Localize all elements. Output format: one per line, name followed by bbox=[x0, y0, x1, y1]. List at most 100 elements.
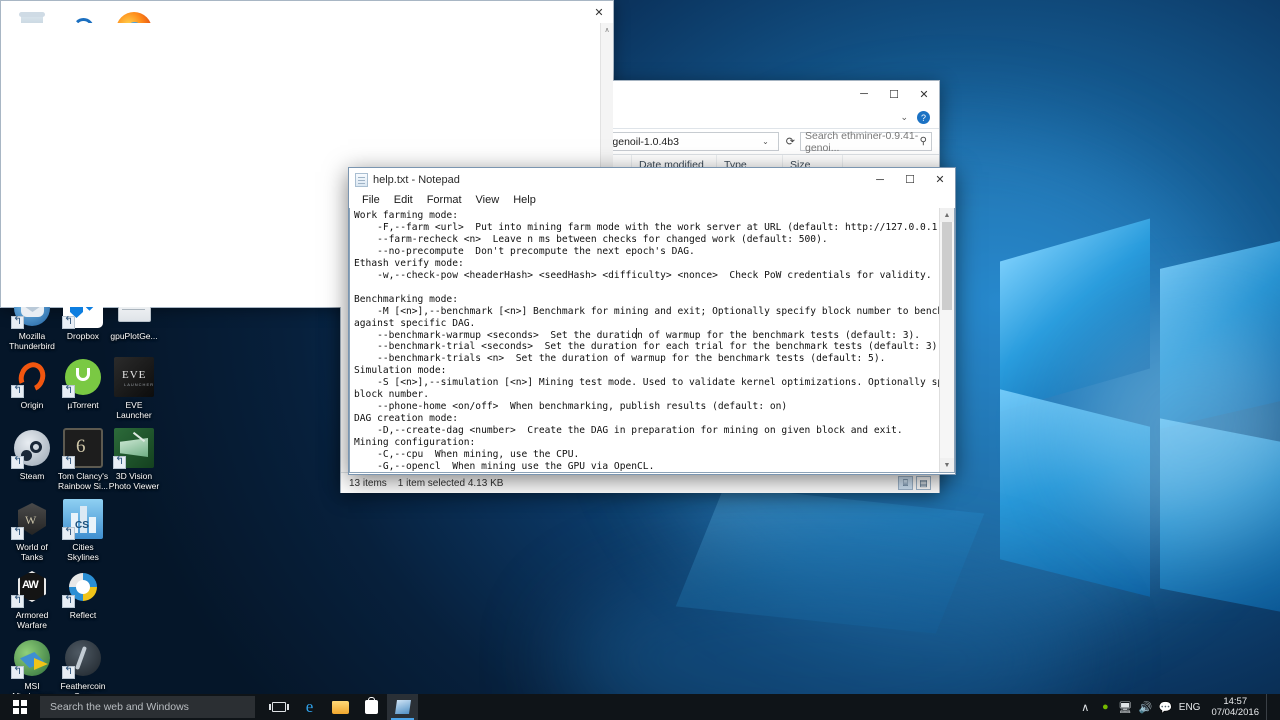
system-tray: ∧ ● 🖥 🔊 💬 ENG 14:57 07/04/2016 bbox=[1079, 694, 1280, 720]
desktop-icon-world-of-tanks[interactable]: W World of Tanks bbox=[5, 499, 59, 562]
notepad-scroll-thumb[interactable] bbox=[942, 222, 952, 310]
desktop-icon-armored-warfare[interactable]: AW Armored Warfare bbox=[5, 567, 59, 630]
3d-vision-icon bbox=[113, 428, 154, 469]
desktop-icon-label: EVE Launcher bbox=[116, 400, 152, 420]
explorer-minimize-button[interactable]: ─ bbox=[849, 81, 879, 107]
menu-view[interactable]: View bbox=[469, 194, 507, 206]
notepad-taskbar-icon bbox=[394, 700, 411, 714]
taskbar-buttons: e bbox=[263, 694, 418, 720]
ribbon-expand-icon[interactable]: ⌄ bbox=[900, 112, 908, 123]
show-desktop-button[interactable] bbox=[1266, 694, 1272, 720]
desktop-icon-reflect[interactable]: Reflect bbox=[56, 567, 110, 620]
taskbar-search-placeholder: Search the web and Windows bbox=[50, 701, 189, 713]
macrium-reflect-icon bbox=[62, 567, 103, 608]
notepad-scrollbar[interactable]: ▲ ▼ bbox=[939, 208, 954, 472]
shortcut-arrow-icon bbox=[113, 456, 126, 469]
shortcut-arrow-icon bbox=[62, 666, 75, 679]
refresh-icon[interactable]: ⟳ bbox=[784, 135, 795, 148]
store-button[interactable] bbox=[356, 694, 387, 720]
notepad-titlebar[interactable]: help.txt - Notepad ─ ☐ ✕ bbox=[349, 168, 955, 191]
desktop-icon-label: µTorrent bbox=[67, 400, 99, 410]
task-view-icon bbox=[268, 702, 289, 712]
explorer-search-input[interactable]: Search ethminer-0.9.41-genoi... ⚲ bbox=[800, 129, 932, 154]
desktop-icon-utorrent[interactable]: µTorrent bbox=[56, 357, 110, 410]
desktop-icon-label: Reflect bbox=[69, 610, 97, 620]
tray-overflow-icon[interactable]: ∧ bbox=[1079, 701, 1092, 714]
tray-time: 14:57 bbox=[1223, 696, 1248, 707]
shortcut-arrow-icon bbox=[11, 666, 24, 679]
file-explorer-icon bbox=[332, 700, 349, 714]
large-icons-view-button[interactable]: ▤ bbox=[916, 476, 931, 490]
shortcut-arrow-icon bbox=[11, 316, 24, 329]
desktop-icon-label: World of Tanks bbox=[16, 542, 48, 562]
menu-edit[interactable]: Edit bbox=[387, 194, 420, 206]
desktop-icon-cities-skylines[interactable]: CS Cities Skylines bbox=[56, 499, 110, 562]
notepad-text-area[interactable]: Work farming mode: -F,--farm <url> Put i… bbox=[349, 208, 955, 473]
explorer-maximize-button[interactable]: ☐ bbox=[879, 81, 909, 107]
taskbar-search-input[interactable]: Search the web and Windows bbox=[40, 696, 255, 718]
edge-icon: e bbox=[305, 697, 314, 716]
notepad-close-button[interactable]: ✕ bbox=[925, 168, 955, 191]
nvidia-icon[interactable]: ● bbox=[1099, 701, 1112, 714]
desktop-icon-3d-vision-photo-viewer[interactable]: 3D Vision Photo Viewer bbox=[107, 428, 161, 491]
shortcut-arrow-icon bbox=[62, 595, 75, 608]
explorer-search-placeholder: Search ethminer-0.9.41-genoi... bbox=[805, 129, 919, 154]
desktop-icon-steam[interactable]: Steam bbox=[5, 428, 59, 481]
taskbar: Search the web and Windows e ∧ ● 🖥 🔊 💬 E… bbox=[0, 694, 1280, 720]
notepad-window[interactable]: help.txt - Notepad ─ ☐ ✕ File Edit Forma… bbox=[348, 167, 956, 475]
desktop-icon-label: Steam bbox=[19, 471, 45, 481]
notepad-scroll-up-button[interactable]: ▲ bbox=[940, 208, 954, 222]
desktop-icon-origin[interactable]: Origin bbox=[5, 357, 59, 410]
store-icon bbox=[365, 697, 378, 714]
start-button[interactable] bbox=[0, 694, 40, 720]
details-view-button[interactable]: ⌸ bbox=[898, 476, 913, 490]
desktop-icon-label: Dropbox bbox=[66, 331, 100, 341]
windows-logo-icon bbox=[13, 700, 27, 714]
cities-skylines-icon: CS bbox=[62, 499, 103, 540]
explorer-status-bar: 13 items 1 item selected 4.13 KB ⌸ ▤ bbox=[341, 472, 939, 493]
notepad-menubar: File Edit Format View Help bbox=[349, 191, 955, 208]
desktop-icon-msi-afterburner[interactable]: MSI Afterburner bbox=[5, 638, 59, 701]
notepad-minimize-button[interactable]: ─ bbox=[865, 168, 895, 191]
help-icon[interactable]: ? bbox=[917, 111, 930, 124]
shortcut-arrow-icon bbox=[11, 595, 24, 608]
notepad-taskbar-button[interactable] bbox=[387, 694, 418, 720]
shortcut-arrow-icon bbox=[62, 385, 75, 398]
status-selection: 1 item selected 4.13 KB bbox=[397, 477, 504, 489]
notepad-app-icon bbox=[355, 172, 368, 187]
msi-afterburner-icon bbox=[11, 638, 52, 679]
tray-date: 07/04/2016 bbox=[1211, 707, 1259, 718]
desktop-icon-label: Origin bbox=[20, 400, 44, 410]
task-view-button[interactable] bbox=[263, 694, 294, 720]
shortcut-arrow-icon bbox=[11, 385, 24, 398]
notepad-scroll-down-button[interactable]: ▼ bbox=[940, 458, 954, 472]
world-of-tanks-icon: W bbox=[11, 499, 52, 540]
tray-language[interactable]: ENG bbox=[1179, 702, 1201, 713]
desktop-icon-label: Mozilla Thunderbird bbox=[9, 331, 55, 351]
rainbow-six-icon: 6 bbox=[62, 428, 103, 469]
network-icon[interactable]: 🖥 bbox=[1118, 701, 1132, 714]
desktop-icon-label: Tom Clancy's Rainbow Si... bbox=[57, 471, 109, 491]
tray-clock[interactable]: 14:57 07/04/2016 bbox=[1207, 696, 1259, 718]
edge-button[interactable]: e bbox=[294, 694, 325, 720]
desktop-icon-feathercoin-core[interactable]: Feathercoin Core bbox=[56, 638, 110, 701]
scroll-up-icon[interactable]: ∧ bbox=[601, 23, 613, 36]
action-center-icon[interactable]: 💬 bbox=[1158, 701, 1172, 714]
desktop-icon-rainbow-six[interactable]: 6 Tom Clancy's Rainbow Si... bbox=[56, 428, 110, 491]
volume-icon[interactable]: 🔊 bbox=[1138, 701, 1152, 714]
explorer-close-button[interactable]: ✕ bbox=[909, 81, 939, 107]
menu-help[interactable]: Help bbox=[506, 194, 543, 206]
desktop-icon-label: Armored Warfare bbox=[15, 610, 49, 630]
address-dropdown-caret[interactable]: ⌄ bbox=[757, 137, 774, 146]
notepad-maximize-button[interactable]: ☐ bbox=[895, 168, 925, 191]
menu-file[interactable]: File bbox=[355, 194, 387, 206]
desktop-icon-eve-launcher[interactable]: EVE LAUNCHER EVE Launcher bbox=[107, 357, 161, 420]
shortcut-arrow-icon bbox=[11, 527, 24, 540]
shortcut-arrow-icon bbox=[62, 316, 75, 329]
notepad-title-text: help.txt - Notepad bbox=[373, 173, 460, 186]
steam-icon bbox=[11, 428, 52, 469]
menu-format[interactable]: Format bbox=[420, 194, 469, 206]
desktop-icon-label: gpuPlotGe... bbox=[110, 331, 158, 341]
file-explorer-button[interactable] bbox=[325, 694, 356, 720]
desktop-icon-label: Cities Skylines bbox=[67, 542, 99, 562]
